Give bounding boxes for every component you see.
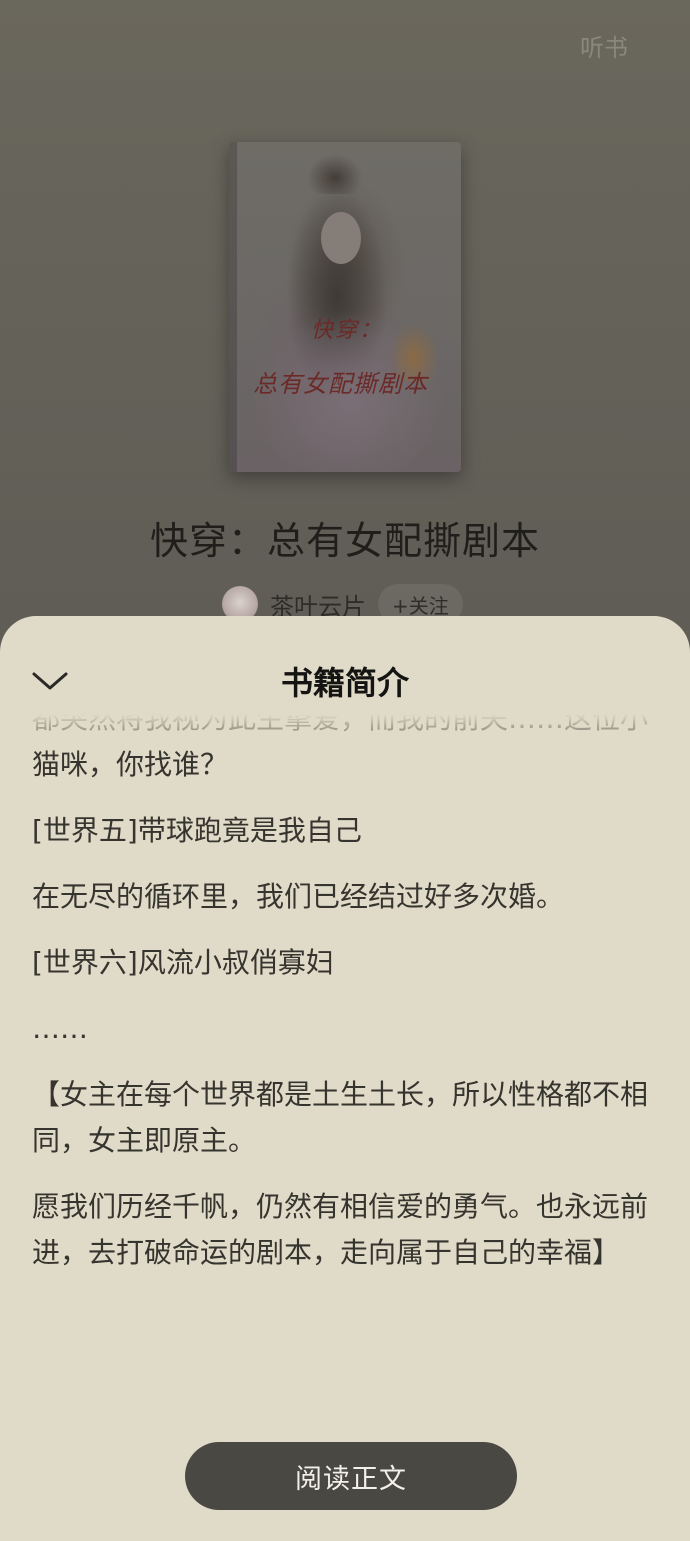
cover-figure-headdress [307,154,363,194]
intro-top-fade [0,714,690,754]
listen-link[interactable]: 听书 [580,28,628,63]
cover-title-line2: 总有女配撕剧本 [253,370,428,398]
cover-spine [229,142,237,472]
book-title: 快穿：总有女配撕剧本 [149,519,540,563]
cover-figure-face [321,212,361,264]
intro-paragraph: …… [32,1012,88,1045]
intro-paragraph: 在无尽的循环里，我们已经结过好多次婚。 [32,880,565,913]
book-intro-sheet: 书籍简介 都突然将我视为此生挚爱，而我的前夫……这位小猫咪，你找谁？ [世界五]… [0,616,690,1541]
intro-paragraph: [世界六]风流小叔俏寡妇 [32,946,334,979]
book-detail-page: 听书 快穿： 总有女配撕剧本 快穿：总有女配撕剧本 茶叶云片 +关注 书籍简介 … [0,0,690,1541]
cover-title-line1: 快穿： [311,318,384,343]
book-cover[interactable]: 快穿： 总有女配撕剧本 [229,142,461,472]
read-main-text-button[interactable]: 阅读正文 [185,1442,517,1510]
intro-paragraph: 【女主在每个世界都是土生土长，所以性格都不相同，女主即原主。 [32,1078,649,1157]
intro-paragraph: [世界五]带球跑竟是我自己 [32,814,362,847]
intro-text: 都突然将我视为此生挚爱，而我的前夫……这位小猫咪，你找谁？ [世界五]带球跑竟是… [32,714,662,1434]
intro-paragraph: 愿我们历经千帆，仍然有相信爱的勇气。也永远前进，去打破命运的剧本，走向属于自己的… [32,1190,649,1269]
sheet-title: 书籍简介 [280,664,409,702]
